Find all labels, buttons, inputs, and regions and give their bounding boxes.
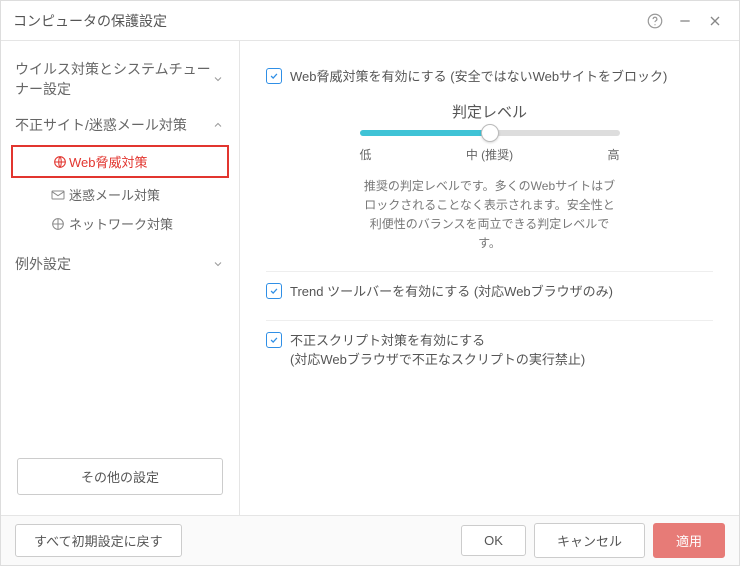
sidebar-cat-label: 不正サイト/迷惑メール対策 (15, 115, 211, 135)
cancel-button[interactable]: キャンセル (534, 523, 645, 558)
chevron-down-icon (211, 257, 225, 271)
sidebar-cat-exceptions[interactable]: 例外設定 (1, 244, 239, 280)
sidebar-item-web-threat[interactable]: Web脅威対策 (11, 145, 229, 178)
toolbar-checkbox-label: Trend ツールバーを有効にする (対応Webブラウザのみ) (290, 282, 613, 302)
sidebar-item-label: Web脅威対策 (69, 152, 148, 171)
sidebar-cat-label: ウイルス対策とシステムチューナー設定 (15, 59, 211, 99)
slider-thumb[interactable] (481, 124, 499, 142)
chevron-up-icon (211, 118, 225, 132)
close-icon[interactable] (703, 9, 727, 33)
web-threat-checkbox-label: Web脅威対策を有効にする (安全ではないWebサイトをブロック) (290, 67, 667, 87)
script-checkbox-label: 不正スクリプト対策を有効にする (対応Webブラウザで不正なスクリプトの実行禁止… (290, 331, 585, 370)
chevron-down-icon (211, 72, 225, 86)
toolbar-checkbox[interactable] (266, 283, 282, 299)
sidebar-cat-virus[interactable]: ウイルス対策とシステムチューナー設定 (1, 49, 239, 105)
network-icon (49, 215, 67, 233)
apply-button[interactable]: 適用 (653, 523, 725, 558)
web-threat-checkbox[interactable] (266, 68, 282, 84)
reset-defaults-button[interactable]: すべて初期設定に戻す (15, 524, 182, 557)
sidebar-item-spam[interactable]: 迷惑メール対策 (1, 180, 239, 209)
script-checkbox[interactable] (266, 332, 282, 348)
level-slider[interactable] (360, 130, 620, 136)
globe-shield-icon (51, 153, 69, 171)
slider-label-high: 高 (607, 146, 619, 163)
slider-label-mid: 中 (推奨) (466, 146, 513, 163)
slider-label-low: 低 (360, 146, 372, 163)
help-icon[interactable] (643, 9, 667, 33)
slider-description: 推奨の判定レベルです。多くのWebサイトはブロックされることなく表示されます。安… (360, 177, 620, 254)
sidebar-item-label: ネットワーク対策 (69, 214, 173, 233)
slider-fill (360, 130, 490, 136)
sidebar-cat-label: 例外設定 (15, 254, 211, 274)
sidebar-cat-unsafe[interactable]: 不正サイト/迷惑メール対策 (1, 105, 239, 141)
sidebar-item-label: 迷惑メール対策 (69, 185, 160, 204)
other-settings-button[interactable]: その他の設定 (17, 458, 223, 495)
sidebar-item-network[interactable]: ネットワーク対策 (1, 209, 239, 238)
minimize-icon[interactable] (673, 9, 697, 33)
window-title: コンピュータの保護設定 (13, 11, 637, 31)
mail-icon (49, 186, 67, 204)
slider-title: 判定レベル (360, 101, 620, 122)
ok-button[interactable]: OK (461, 525, 526, 556)
